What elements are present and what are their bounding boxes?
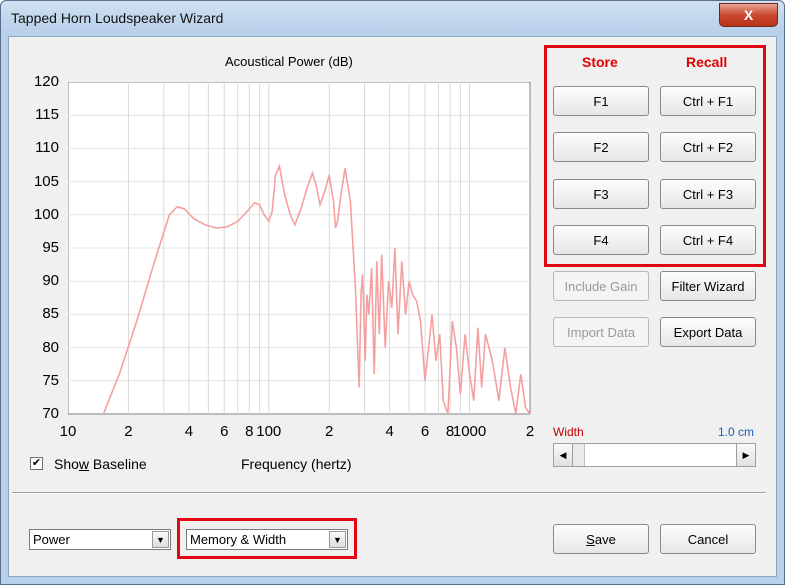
y-tick-label: 95 bbox=[42, 239, 59, 256]
checkmark-icon: ✔ bbox=[31, 457, 42, 469]
recall-header: Recall bbox=[686, 54, 728, 70]
memory-width-select[interactable]: Memory & Width ▼ bbox=[186, 529, 348, 550]
save-button[interactable]: Save bbox=[553, 524, 649, 554]
separator bbox=[12, 492, 766, 494]
width-value: 1.0 cm bbox=[718, 425, 755, 439]
recall-f2-button[interactable]: Ctrl + F2 bbox=[660, 132, 756, 162]
y-tick-label: 100 bbox=[33, 205, 59, 223]
y-tick-label: 75 bbox=[42, 371, 59, 389]
y-tick-label: 110 bbox=[35, 139, 59, 157]
title-bar: Tapped Horn Loudspeaker Wizard X bbox=[1, 1, 784, 35]
y-tick-label: 90 bbox=[42, 272, 59, 290]
store-f1-button[interactable]: F1 bbox=[553, 86, 649, 116]
x-tick-label: 100 bbox=[256, 423, 282, 440]
acoustical-power-chart bbox=[68, 82, 531, 415]
include-gain-button[interactable]: Include Gain bbox=[553, 271, 649, 301]
y-tick-label: 120 bbox=[33, 73, 59, 90]
close-icon: X bbox=[743, 7, 754, 23]
show-baseline-checkbox[interactable]: ✔ bbox=[30, 457, 43, 470]
width-scrollbar[interactable]: ◀ ▶ bbox=[553, 443, 756, 467]
chart-title: Acoustical Power (dB) bbox=[225, 54, 353, 69]
x-tick-label: 4 bbox=[385, 423, 394, 440]
store-f3-button[interactable]: F3 bbox=[553, 179, 649, 209]
x-tick-label: 4 bbox=[184, 423, 194, 440]
x-tick-label: 2 bbox=[525, 423, 535, 440]
recall-f1-button[interactable]: Ctrl + F1 bbox=[660, 86, 756, 116]
recall-f3-button[interactable]: Ctrl + F3 bbox=[660, 179, 756, 209]
scroll-right-icon[interactable]: ▶ bbox=[736, 444, 755, 466]
import-data-button[interactable]: Import Data bbox=[553, 317, 649, 347]
y-tick-label: 85 bbox=[42, 305, 59, 323]
x-tick-label: 2 bbox=[124, 423, 133, 440]
cancel-button[interactable]: Cancel bbox=[660, 524, 756, 554]
close-button[interactable]: X bbox=[719, 3, 778, 27]
filter-wizard-button[interactable]: Filter Wizard bbox=[660, 271, 756, 301]
store-header: Store bbox=[582, 54, 618, 70]
scroll-thumb[interactable] bbox=[584, 444, 739, 466]
y-tick-label: 70 bbox=[42, 405, 59, 422]
x-tick-label: 1000 bbox=[452, 423, 487, 440]
window-title: Tapped Horn Loudspeaker Wizard bbox=[11, 10, 224, 26]
width-label: Width bbox=[553, 425, 584, 439]
x-axis-label: Frequency (hertz) bbox=[241, 456, 352, 472]
scroll-left-icon[interactable]: ◀ bbox=[554, 444, 573, 466]
y-tick-label: 105 bbox=[33, 172, 59, 190]
x-tick-label: 2 bbox=[325, 423, 334, 440]
store-f2-button[interactable]: F2 bbox=[553, 132, 649, 162]
recall-f4-button[interactable]: Ctrl + F4 bbox=[660, 225, 756, 255]
x-tick-label: 10 bbox=[59, 423, 77, 440]
dropdown-arrow-icon: ▼ bbox=[329, 531, 346, 548]
show-baseline-label: Show Baseline bbox=[54, 456, 147, 472]
dropdown-arrow-icon: ▼ bbox=[152, 531, 169, 548]
y-tick-label: 80 bbox=[42, 338, 59, 356]
export-data-button[interactable]: Export Data bbox=[660, 317, 756, 347]
y-tick-label: 115 bbox=[35, 106, 59, 124]
store-f4-button[interactable]: F4 bbox=[553, 225, 649, 255]
mode-select[interactable]: Power ▼ bbox=[29, 529, 171, 550]
